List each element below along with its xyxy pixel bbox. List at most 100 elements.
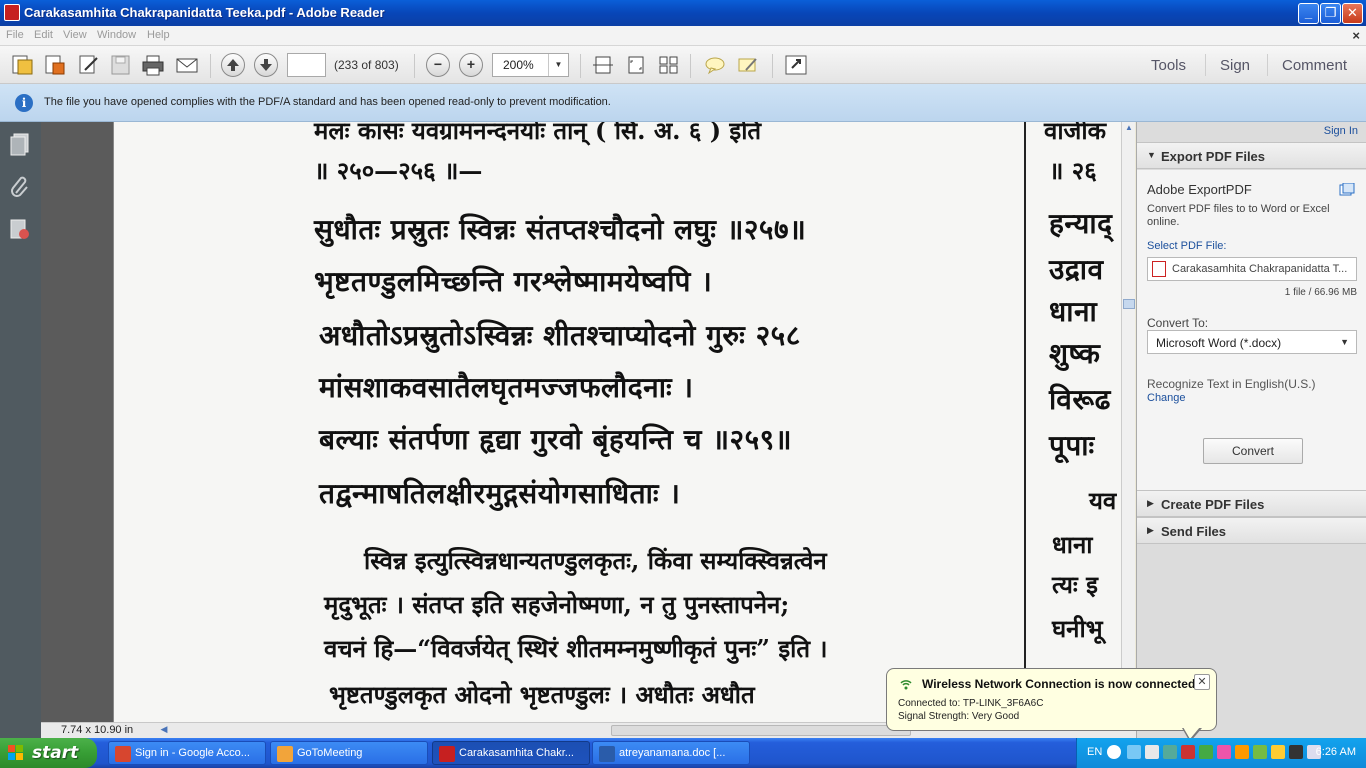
comment-pane-button[interactable]: Comment bbox=[1282, 57, 1347, 74]
scrolling-mode-icon[interactable] bbox=[657, 54, 681, 76]
doc-line: भृष्टतण्डुलकृत ओदनो भृष्टतण्डुलः । अधौतः… bbox=[329, 680, 755, 709]
recognize-text-label: Recognize Text in English(U.S.) bbox=[1147, 377, 1316, 391]
gotomeeting-icon bbox=[277, 746, 293, 762]
network-icon[interactable] bbox=[1163, 745, 1177, 759]
sign-pane-button[interactable]: Sign bbox=[1220, 57, 1250, 74]
doc-line: बल्याः संतर्पणा हृद्या गुरवो बृंहयन्ति च… bbox=[319, 423, 792, 456]
page-size: 7.74 x 10.90 in bbox=[61, 724, 134, 736]
language-indicator[interactable]: EN bbox=[1087, 746, 1102, 758]
system-tray: EN 6:26 AM bbox=[1076, 738, 1366, 768]
doc-line: स्विन्न इत्युत्स्विन्नधान्यतण्डुलकृतः, क… bbox=[364, 546, 827, 575]
app-tray-icon[interactable] bbox=[1271, 745, 1285, 759]
document-view[interactable]: मलः कासः यवग्रामनन्दनयोः तान् ( सि. अ. ६… bbox=[41, 122, 1121, 722]
change-link[interactable]: Change bbox=[1147, 392, 1186, 404]
signal-strength: Signal Strength: Very Good bbox=[898, 711, 1020, 722]
scroll-thumb[interactable] bbox=[1123, 299, 1135, 309]
previous-page-icon[interactable] bbox=[221, 53, 245, 77]
toolbar-separator bbox=[1205, 54, 1206, 76]
zoom-out-button[interactable]: − bbox=[426, 53, 450, 77]
vertical-scrollbar[interactable]: ▲ bbox=[1121, 122, 1135, 722]
print-icon[interactable] bbox=[141, 54, 165, 76]
safely-remove-icon[interactable] bbox=[1145, 745, 1159, 759]
app-tray-icon[interactable] bbox=[1289, 745, 1303, 759]
create-pdf-icon[interactable] bbox=[10, 54, 34, 76]
toolbar-separator bbox=[772, 54, 773, 78]
menu-edit[interactable]: Edit bbox=[34, 29, 53, 41]
save-icon[interactable] bbox=[109, 54, 133, 76]
convert-button[interactable]: Convert bbox=[1203, 438, 1303, 464]
scroll-up-icon[interactable]: ▲ bbox=[1123, 123, 1135, 137]
selected-file-field[interactable]: Carakasamhita Chakrapanidatta T... bbox=[1147, 257, 1357, 281]
toolbar-separator bbox=[690, 54, 691, 78]
edit-icon[interactable] bbox=[77, 54, 101, 76]
task-gotomeeting[interactable]: GoToMeeting bbox=[270, 741, 428, 765]
menu-view[interactable]: View bbox=[63, 29, 87, 41]
zoom-select[interactable]: 200% ▼ bbox=[492, 53, 569, 77]
export-description: Convert PDF files to to Word or Excel on… bbox=[1147, 203, 1330, 228]
combine-files-icon[interactable] bbox=[43, 54, 67, 76]
bluetooth-icon[interactable] bbox=[1127, 745, 1141, 759]
convert-to-select[interactable]: Microsoft Word (*.docx) ▼ bbox=[1147, 330, 1357, 354]
doc-line: मलः कासः यवग्रामनन्दनयोः तान् ( सि. अ. ६… bbox=[314, 122, 762, 145]
signatures-icon[interactable] bbox=[9, 218, 31, 242]
export-title: Adobe ExportPDF bbox=[1147, 182, 1252, 197]
scroll-left-icon[interactable]: ◀ bbox=[157, 724, 171, 737]
right-column-line: धाना bbox=[1052, 530, 1093, 559]
app-tray-icon[interactable] bbox=[1217, 745, 1231, 759]
app-tray-icon[interactable] bbox=[1235, 745, 1249, 759]
page-number-input[interactable] bbox=[287, 53, 326, 77]
sticky-note-icon[interactable] bbox=[703, 54, 727, 76]
create-pdf-header[interactable]: ▶ Create PDF Files bbox=[1137, 490, 1366, 517]
pdf-file-icon bbox=[1152, 261, 1166, 277]
fit-page-icon[interactable] bbox=[624, 54, 648, 76]
expanded-triangle-icon: ▼ bbox=[1147, 150, 1156, 160]
close-button[interactable]: ✕ bbox=[1342, 3, 1363, 24]
export-pdf-body: Adobe ExportPDF Convert PDF files to to … bbox=[1137, 170, 1366, 493]
export-pdf-header[interactable]: ▼ Export PDF Files bbox=[1137, 142, 1366, 169]
sign-in-link[interactable]: Sign In bbox=[1324, 125, 1358, 137]
clock[interactable]: 6:26 AM bbox=[1316, 746, 1356, 758]
app-tray-icon[interactable] bbox=[1253, 745, 1267, 759]
horizontal-scroll-thumb[interactable] bbox=[611, 725, 911, 736]
convert-to-label: Convert To: bbox=[1147, 316, 1209, 330]
pdfa-message: The file you have opened complies with t… bbox=[44, 96, 611, 108]
collapsed-triangle-icon: ▶ bbox=[1147, 525, 1154, 535]
maximize-button[interactable]: ❐ bbox=[1320, 3, 1341, 24]
task-google-signin[interactable]: Sign in - Google Acco... bbox=[108, 741, 266, 765]
collapsed-triangle-icon: ▶ bbox=[1147, 498, 1154, 508]
fit-width-icon[interactable] bbox=[591, 54, 615, 76]
task-adobe-reader[interactable]: Carakasamhita Chakr... bbox=[432, 741, 590, 765]
task-word-document[interactable]: atreyanamana.doc [... bbox=[592, 741, 750, 765]
read-mode-icon[interactable] bbox=[784, 54, 808, 76]
toolbar-separator bbox=[580, 54, 581, 78]
attachments-icon[interactable] bbox=[9, 174, 31, 198]
chevron-down-icon[interactable]: ▼ bbox=[548, 54, 568, 76]
menu-file[interactable]: File bbox=[6, 29, 24, 41]
page-count: (233 of 803) bbox=[334, 58, 399, 72]
doc-line: मांसशाकवसातैलघृतमज्जफलौदनाः । bbox=[319, 371, 694, 404]
send-files-header[interactable]: ▶ Send Files bbox=[1137, 517, 1366, 544]
wireless-notification[interactable]: Wireless Network Connection is now conne… bbox=[886, 668, 1217, 731]
file-name: Carakasamhita Chakrapanidatta T... bbox=[1172, 263, 1348, 275]
security-icon[interactable] bbox=[1181, 745, 1195, 759]
page-thumbnails-icon[interactable] bbox=[9, 132, 31, 156]
tools-pane-button[interactable]: Tools bbox=[1151, 57, 1186, 74]
notification-close-button[interactable]: ✕ bbox=[1194, 674, 1210, 690]
windows-flag-icon bbox=[8, 745, 24, 761]
zoom-in-button[interactable]: + bbox=[459, 53, 483, 77]
tray-expand-icon[interactable] bbox=[1107, 745, 1121, 759]
menu-window[interactable]: Window bbox=[97, 29, 136, 41]
pdf-page: मलः कासः यवग्रामनन्दनयोः तान् ( सि. अ. ६… bbox=[113, 122, 1121, 722]
start-button[interactable]: start bbox=[0, 738, 97, 768]
minimize-button[interactable]: _ bbox=[1298, 3, 1319, 24]
next-page-icon[interactable] bbox=[254, 53, 278, 77]
highlight-text-icon[interactable] bbox=[736, 54, 760, 76]
document-close-icon[interactable]: × bbox=[1352, 28, 1360, 43]
wireless-tray-icon[interactable] bbox=[1199, 745, 1213, 759]
email-icon[interactable] bbox=[175, 54, 199, 76]
right-column-line: वाजीक bbox=[1044, 122, 1107, 145]
pdf-icon bbox=[439, 746, 455, 762]
export-info-icon[interactable] bbox=[1339, 182, 1355, 197]
menu-help[interactable]: Help bbox=[147, 29, 170, 41]
tools-panel: Sign In ▼ Export PDF Files Adobe ExportP… bbox=[1136, 122, 1366, 738]
